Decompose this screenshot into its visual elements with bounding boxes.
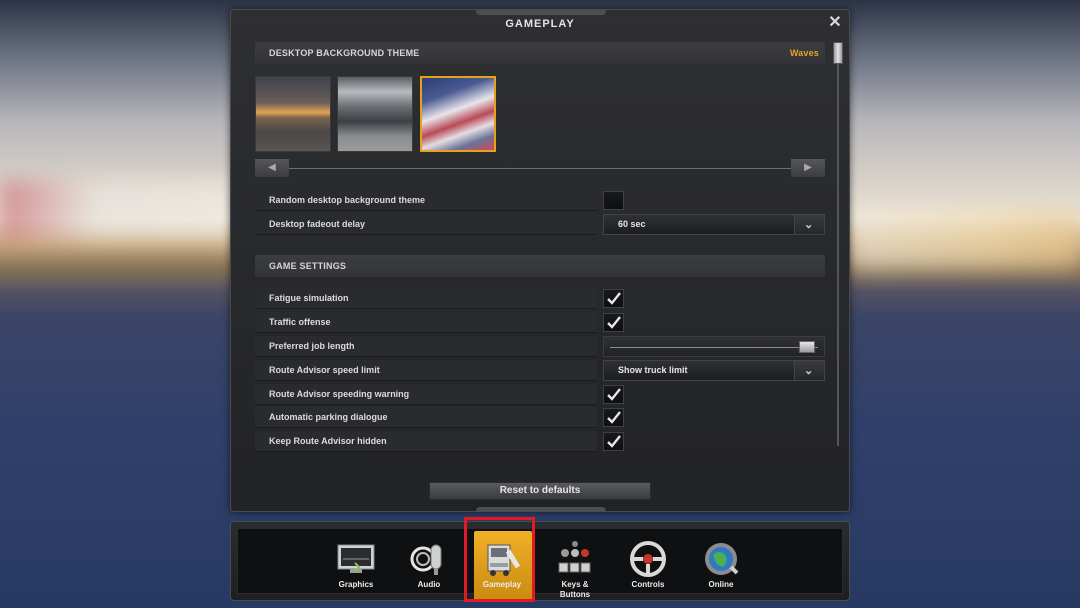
section-title: DESKTOP BACKGROUND THEME [269,48,420,58]
fadeout-delay-select[interactable]: 60 sec ⌄ [603,214,825,235]
category-graphics[interactable]: Graphics [324,529,388,607]
checkmark-icon [607,388,621,401]
background-thumbnail-garage[interactable] [337,76,413,152]
globe-gear-icon [705,543,739,575]
row-speeding-warning: Route Advisor speeding warning [255,384,597,405]
section-header-background: DESKTOP BACKGROUND THEME Waves [255,42,825,64]
reset-defaults-button[interactable]: Reset to defaults [429,482,651,500]
category-label: Online [708,580,734,589]
background-theme-value: Waves [789,48,819,58]
row-speed-limit: Route Advisor speed limit [255,360,597,381]
fatigue-simulation-checkbox[interactable] [603,289,624,308]
job-length-slider[interactable] [603,336,825,357]
gameplay-dialog: GAMEPLAY ✕ DESKTOP BACKGROUND THEME Wave… [230,9,850,512]
selection-highlight [464,517,535,602]
speed-limit-value: Show truck limit [618,365,688,375]
dropdown-button[interactable]: ⌄ [794,361,824,380]
checkmark-icon [607,411,621,424]
category-controls[interactable]: Controls [616,529,680,607]
scroller-track [289,168,791,169]
row-fatigue-simulation: Fatigue simulation [255,288,597,309]
bottom-tab [476,507,606,511]
dropdown-button[interactable]: ⌄ [794,215,824,234]
row-traffic-offense: Traffic offense [255,312,597,333]
speeding-warning-checkbox[interactable] [603,385,624,404]
dialog-title: GAMEPLAY [505,18,575,30]
slider-knob[interactable] [799,341,816,353]
settings-scrollbar[interactable] [833,42,843,447]
background-thumbnail-waves-selected[interactable] [420,76,496,152]
chevron-down-icon: ⌄ [804,219,814,231]
checkmark-icon [607,292,621,305]
background-thumbnail-sunset[interactable] [255,76,331,152]
audio-icon [410,544,442,575]
row-fadeout-delay: Desktop fadeout delay [255,214,597,235]
section-header-game: GAME SETTINGS [255,255,825,277]
scroll-right-button[interactable]: ▶ [791,159,825,177]
category-audio[interactable]: Audio [397,529,461,607]
background-blur-right [850,210,1080,270]
keys-label-line2: Buttons [559,590,591,599]
scroll-left-button[interactable]: ◀ [255,159,289,177]
steering-wheel-icon [630,541,666,577]
category-label: Audio [417,580,441,589]
keyboard-icon [558,541,591,573]
category-keys-buttons[interactable]: Keys & Buttons [543,529,607,607]
row-keep-advisor-hidden: Keep Route Advisor hidden [255,431,597,452]
thumbnail-scroller: ◀ ▶ [255,159,825,177]
scrollbar-thumb[interactable] [833,42,843,64]
monitor-icon [337,544,375,573]
settings-category-toolbar: Graphics Audio Gameplay Keys & Buttons C… [230,521,850,601]
parking-dialogue-checkbox[interactable] [603,408,624,427]
random-background-checkbox[interactable] [603,191,624,210]
scrollbar-track [837,56,839,446]
close-icon[interactable]: ✕ [827,15,843,31]
slider-track [610,347,818,348]
checkmark-icon [607,435,621,448]
keys-label-line1: Keys & [561,580,589,589]
row-parking-dialogue: Automatic parking dialogue [255,407,597,428]
toolbar-inner: Graphics Audio Gameplay Keys & Buttons C… [237,528,843,601]
title-tab [476,10,606,15]
fadeout-delay-value: 60 sec [618,219,646,229]
category-label: Graphics [338,580,374,589]
background-blur-left [0,180,235,240]
traffic-offense-checkbox[interactable] [603,313,624,332]
category-online[interactable]: Online [689,529,753,607]
speed-limit-select[interactable]: Show truck limit ⌄ [603,360,825,381]
checkmark-icon [607,316,621,329]
chevron-down-icon: ⌄ [804,365,814,377]
category-label: Controls [631,580,665,589]
row-preferred-job-length: Preferred job length [255,336,597,357]
category-label: Keys & Buttons [543,580,607,600]
keep-advisor-hidden-checkbox[interactable] [603,432,624,451]
row-random-background: Random desktop background theme [255,190,597,211]
